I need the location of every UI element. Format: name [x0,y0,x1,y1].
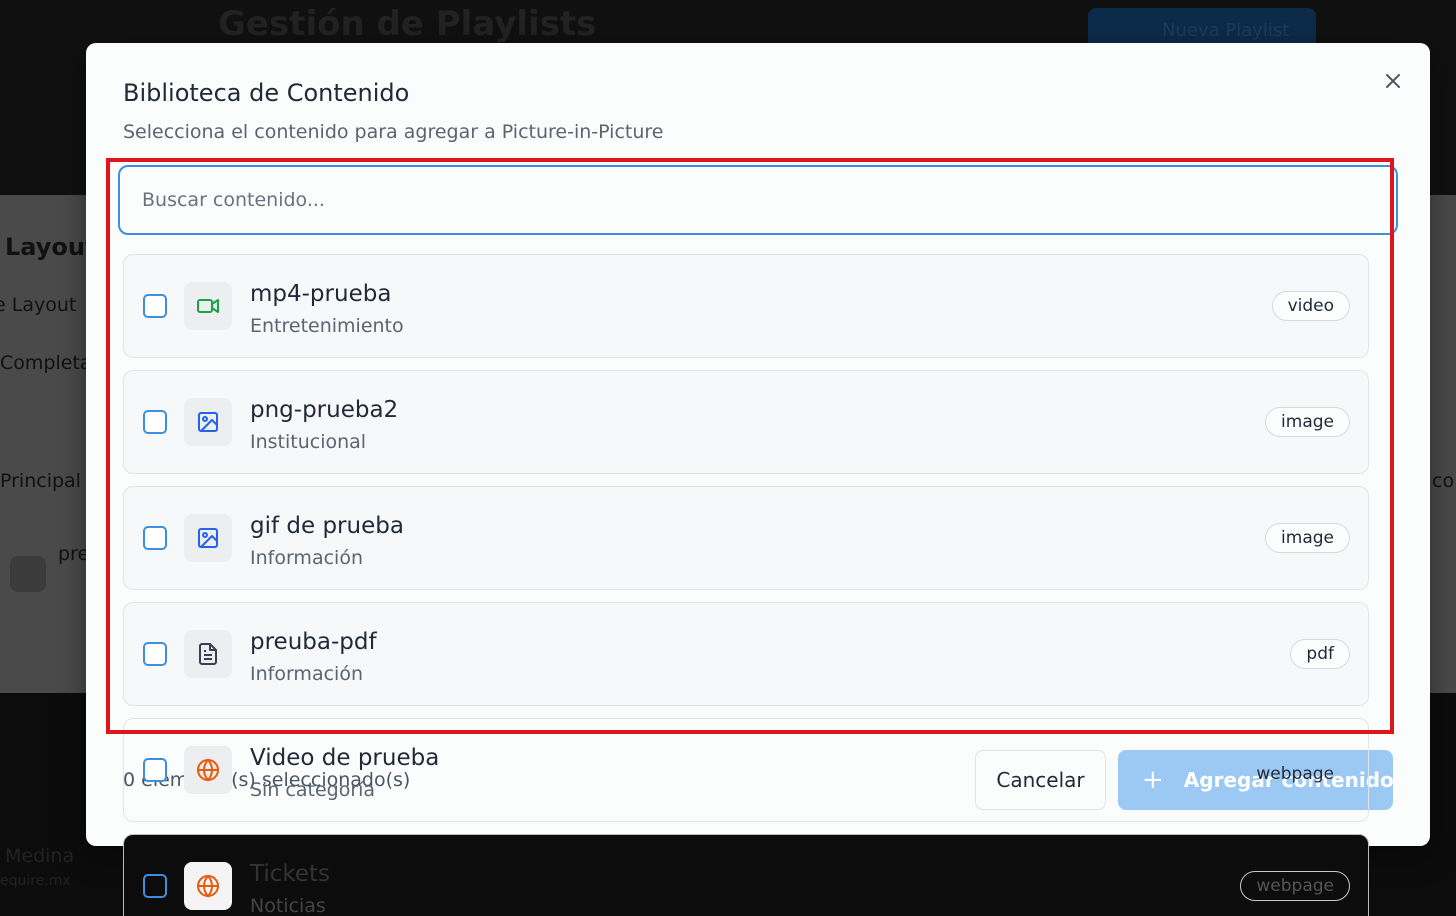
image-icon [184,398,232,446]
content-item[interactable]: Tickets Noticias webpage [123,834,1369,916]
item-name: Tickets [250,861,331,887]
item-name: preuba-pdf [250,629,377,655]
item-category: Noticias [250,895,326,916]
new-playlist-label: Nueva Playlist [1162,20,1290,41]
close-button[interactable] [1379,67,1407,95]
search-field[interactable] [118,165,1398,235]
file-text-icon [184,630,232,678]
search-input[interactable] [120,167,1396,233]
item-category: Sin categoría [250,779,376,801]
item-checkbox[interactable] [143,294,167,318]
background-right-fragment: co [1432,470,1455,492]
item-name: gif de prueba [250,513,404,539]
item-type-badge: pdf [1290,639,1350,669]
content-item[interactable]: mp4-prueba Entretenimiento video [123,254,1369,358]
item-type-badge: webpage [1240,871,1350,901]
item-name: mp4-prueba [250,281,392,307]
background-content-preview: pre [58,543,90,565]
background-user-name: Medina [5,845,75,867]
item-category: Información [250,547,363,569]
item-type-badge: webpage [1256,764,1334,784]
item-name: png-prueba2 [250,397,399,423]
background-layout-label: e Layout [0,294,77,316]
globe-icon [184,746,232,794]
item-checkbox[interactable] [143,526,167,550]
item-category: Información [250,663,363,685]
item-checkbox[interactable] [143,874,167,898]
item-type-badge: image [1265,407,1350,437]
image-icon [184,514,232,562]
item-checkbox[interactable] [143,642,167,666]
item-checkbox[interactable] [143,410,167,434]
content-item[interactable]: Video de prueba Sin categoría webpage [123,718,1369,822]
content-item[interactable]: preuba-pdf Información pdf [123,602,1369,706]
content-item[interactable]: png-prueba2 Institucional image [123,370,1369,474]
background-file-icon [10,556,46,592]
background-layout-heading: Layout [5,233,97,261]
content-item[interactable]: gif de prueba Información image [123,486,1369,590]
item-category: Entretenimiento [250,315,404,337]
modal-title: Biblioteca de Contenido [123,79,410,107]
item-name: Video de prueba [250,745,440,771]
background-complete-label: Completa [0,352,92,374]
close-icon [1386,74,1400,88]
background-principal-label: Principal [0,470,81,492]
item-checkbox[interactable] [143,758,167,782]
item-type-badge: image [1265,523,1350,553]
modal-subtitle: Selecciona el contenido para agregar a P… [123,121,664,143]
background-page-title: Gestión de Playlists [218,4,597,44]
item-type-badge: video [1271,291,1350,321]
item-category: Institucional [250,431,367,453]
globe-icon [184,862,232,910]
background-user-email: equire.mx [0,873,71,889]
video-icon [184,282,232,330]
